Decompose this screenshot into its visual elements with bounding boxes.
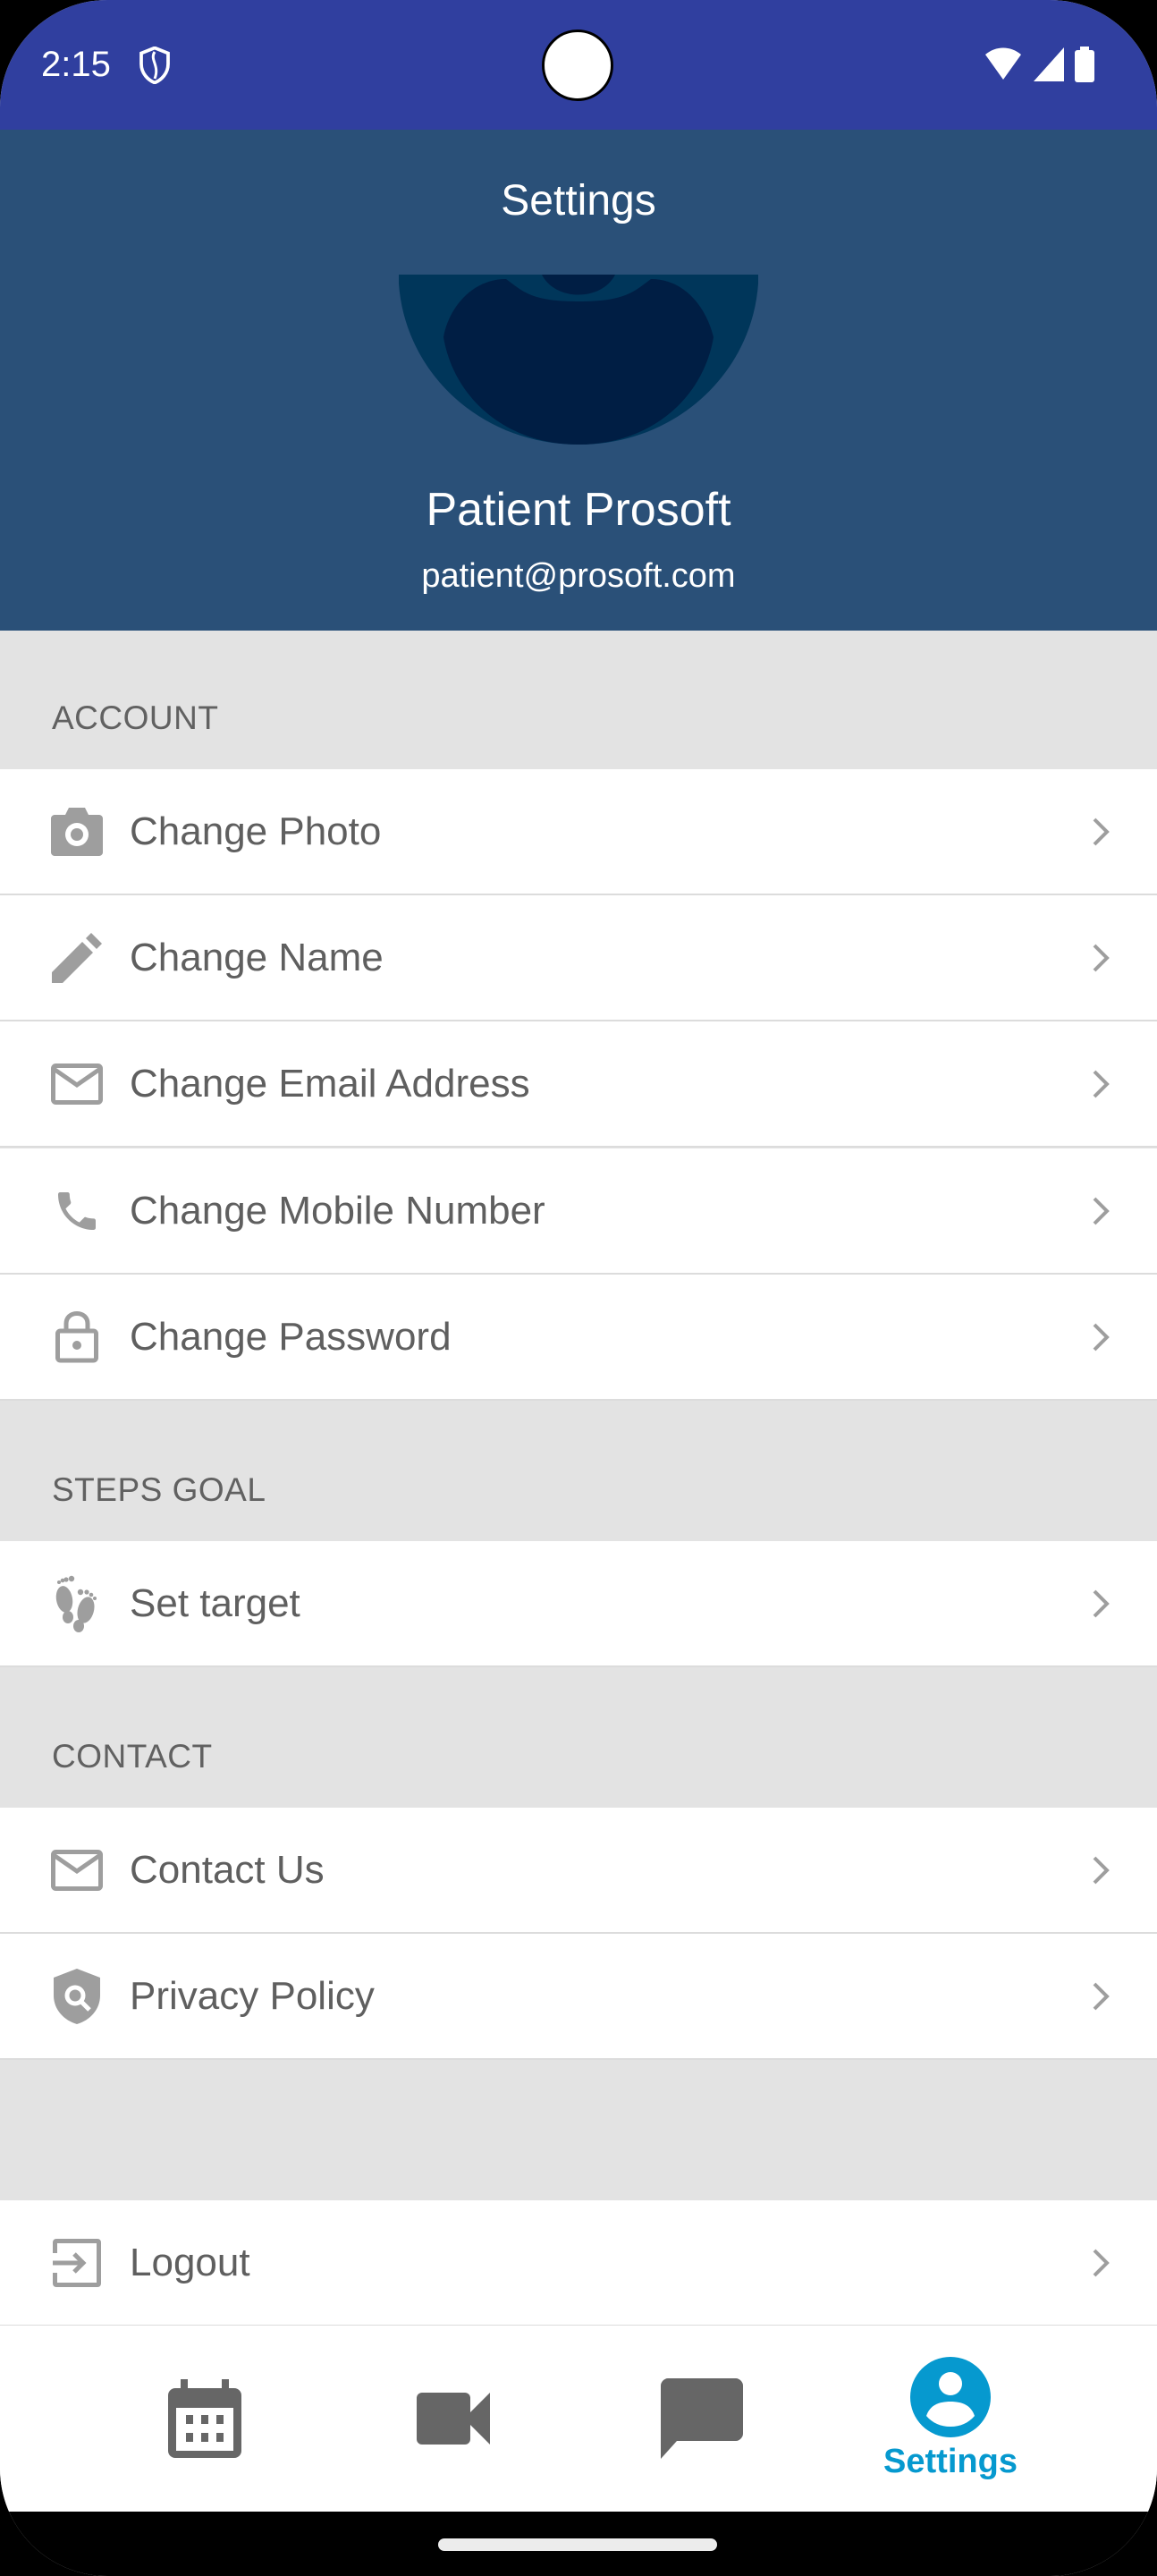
- status-bar: 2:15: [0, 0, 1157, 130]
- pencil-icon: [50, 931, 104, 985]
- chevron-right-icon: [1093, 1323, 1110, 1351]
- nav-label-settings: Settings: [883, 2442, 1018, 2480]
- section-label: CONTACT: [52, 1738, 213, 1775]
- camera-icon: [50, 805, 104, 859]
- row-label: Set target: [130, 1580, 300, 1625]
- row-label: Privacy Policy: [130, 1973, 375, 2018]
- chevron-right-icon: [1093, 1982, 1110, 2010]
- row-label: Change Photo: [130, 809, 382, 853]
- home-indicator[interactable]: [438, 2538, 717, 2551]
- user-email: patient@prosoft.com: [421, 557, 736, 595]
- row-label: Change Name: [130, 935, 384, 979]
- set-target-row[interactable]: Set target: [0, 1541, 1157, 1667]
- chevron-right-icon: [1093, 1589, 1110, 1617]
- nav-item-video[interactable]: [364, 2326, 543, 2512]
- wifi-icon: [985, 47, 1021, 80]
- lock-icon: [50, 1310, 104, 1364]
- account-circle-icon: [910, 2356, 991, 2437]
- row-label: Change Email Address: [130, 1061, 530, 1106]
- chevron-right-icon: [1093, 2249, 1110, 2276]
- chevron-right-icon: [1093, 944, 1110, 971]
- privacy-policy-row[interactable]: Privacy Policy: [0, 1934, 1157, 2060]
- status-icons: [984, 47, 1094, 82]
- nav-item-calendar[interactable]: [115, 2326, 294, 2512]
- logout-icon: [50, 2236, 104, 2290]
- nav-item-chat[interactable]: [612, 2326, 791, 2512]
- bottom-navigation: Settings: [0, 2326, 1157, 2512]
- change-photo-row[interactable]: Change Photo: [0, 769, 1157, 895]
- phone-icon: [50, 1184, 104, 1238]
- gesture-bar: [0, 2512, 1157, 2576]
- row-label: Change Mobile Number: [130, 1188, 545, 1233]
- chevron-right-icon: [1093, 1197, 1110, 1224]
- profile-header: Settings Patient Prosoft patient@prosoft…: [0, 130, 1157, 631]
- camera-cutout: [542, 30, 613, 101]
- chevron-right-icon: [1093, 818, 1110, 845]
- change-password-row[interactable]: Change Password: [0, 1275, 1157, 1401]
- section-header-steps-goal: STEPS GOAL: [0, 1401, 1157, 1541]
- avatar-placeholder-icon: [399, 275, 758, 445]
- chevron-right-icon: [1093, 1856, 1110, 1884]
- battery-icon: [1075, 47, 1094, 82]
- calendar-icon: [168, 2379, 241, 2458]
- nav-item-settings[interactable]: Settings: [861, 2326, 1040, 2512]
- status-time: 2:15: [41, 45, 111, 84]
- section-label: STEPS GOAL: [52, 1471, 266, 1508]
- shield-search-icon: [50, 1968, 104, 2024]
- page-title: Settings: [501, 177, 656, 225]
- row-label: Change Password: [130, 1314, 452, 1359]
- change-mobile-row[interactable]: Change Mobile Number: [0, 1148, 1157, 1275]
- section-header-contact: CONTACT: [0, 1667, 1157, 1808]
- mail-icon: [50, 1843, 104, 1897]
- signal-icon: [1034, 47, 1064, 81]
- video-icon: [417, 2393, 490, 2445]
- chat-icon: [661, 2378, 743, 2459]
- footprints-icon: [50, 1575, 104, 1632]
- shield-icon: [139, 47, 170, 84]
- phone-screen: 2:15 Settings Patient Prosoft patient@pr…: [0, 0, 1157, 2576]
- row-label: Contact Us: [130, 1847, 325, 1892]
- section-label: ACCOUNT: [52, 699, 219, 736]
- section-header-account: ACCOUNT: [0, 631, 1157, 769]
- section-spacer: [0, 2060, 1157, 2200]
- avatar[interactable]: [399, 275, 758, 445]
- row-label: Logout: [130, 2240, 250, 2284]
- chevron-right-icon: [1093, 1070, 1110, 1097]
- change-name-row[interactable]: Change Name: [0, 895, 1157, 1021]
- user-name: Patient Prosoft: [426, 484, 731, 536]
- logout-row[interactable]: Logout: [0, 2200, 1157, 2326]
- contact-us-row[interactable]: Contact Us: [0, 1808, 1157, 1934]
- mail-icon: [50, 1057, 104, 1111]
- change-email-row[interactable]: Change Email Address: [0, 1021, 1157, 1148]
